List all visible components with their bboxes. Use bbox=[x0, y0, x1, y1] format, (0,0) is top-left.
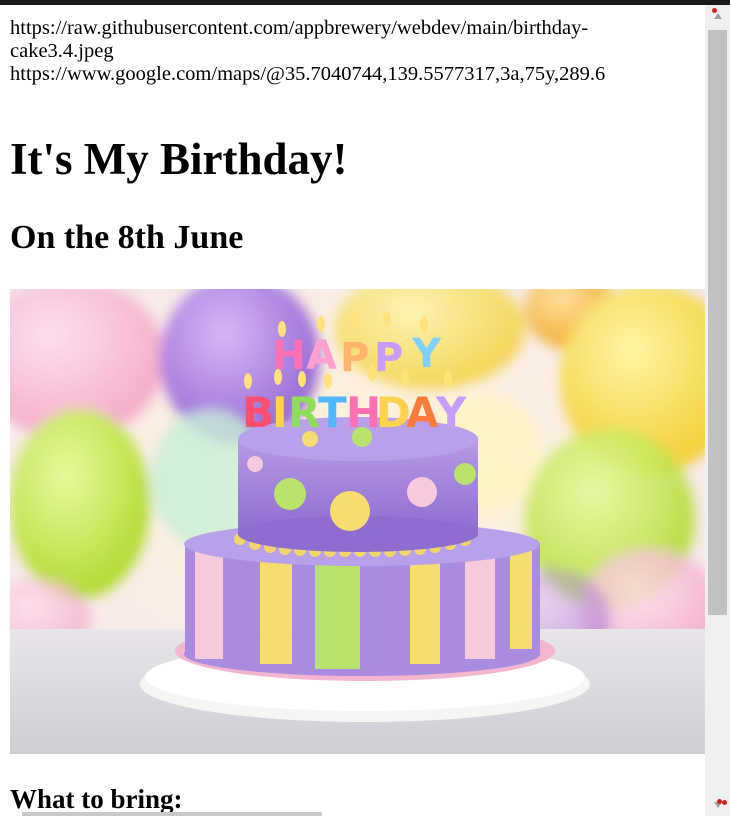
vertical-scrollbar[interactable] bbox=[705, 5, 730, 816]
url-line-2: cake3.4.jpeg bbox=[10, 40, 114, 62]
svg-text:P: P bbox=[374, 335, 403, 381]
svg-text:T: T bbox=[318, 388, 347, 437]
svg-text:I: I bbox=[272, 388, 288, 437]
svg-text:R: R bbox=[288, 388, 320, 437]
scroll-down-arrow-icon[interactable] bbox=[705, 794, 730, 816]
date-heading: On the 8th June bbox=[10, 219, 244, 256]
birthday-cake-image: H A P P Y B I R T H D A Y bbox=[10, 289, 705, 754]
page-viewport: https://raw.githubusercontent.com/appbre… bbox=[0, 5, 705, 816]
svg-text:Y: Y bbox=[435, 388, 467, 437]
what-to-bring-heading: What to bring: bbox=[10, 784, 183, 814]
svg-text:A: A bbox=[406, 388, 439, 437]
svg-text:P: P bbox=[340, 335, 369, 381]
svg-text:Y: Y bbox=[411, 331, 442, 377]
url-line-3: https://www.google.com/maps/@35.7040744,… bbox=[10, 63, 606, 85]
notification-dot-icon bbox=[722, 800, 727, 805]
horizontal-scrollbar-thumb[interactable] bbox=[22, 812, 322, 816]
url-text-block: https://raw.githubusercontent.com/appbre… bbox=[10, 17, 705, 86]
svg-text:A: A bbox=[306, 333, 337, 379]
url-line-1: https://raw.githubusercontent.com/appbre… bbox=[10, 17, 589, 39]
svg-text:B: B bbox=[242, 388, 274, 437]
scroll-up-arrow-icon[interactable] bbox=[705, 5, 730, 27]
page-title: It's My Birthday! bbox=[10, 134, 348, 184]
scrollbar-thumb[interactable] bbox=[708, 30, 727, 615]
notification-dot-icon bbox=[712, 8, 717, 13]
